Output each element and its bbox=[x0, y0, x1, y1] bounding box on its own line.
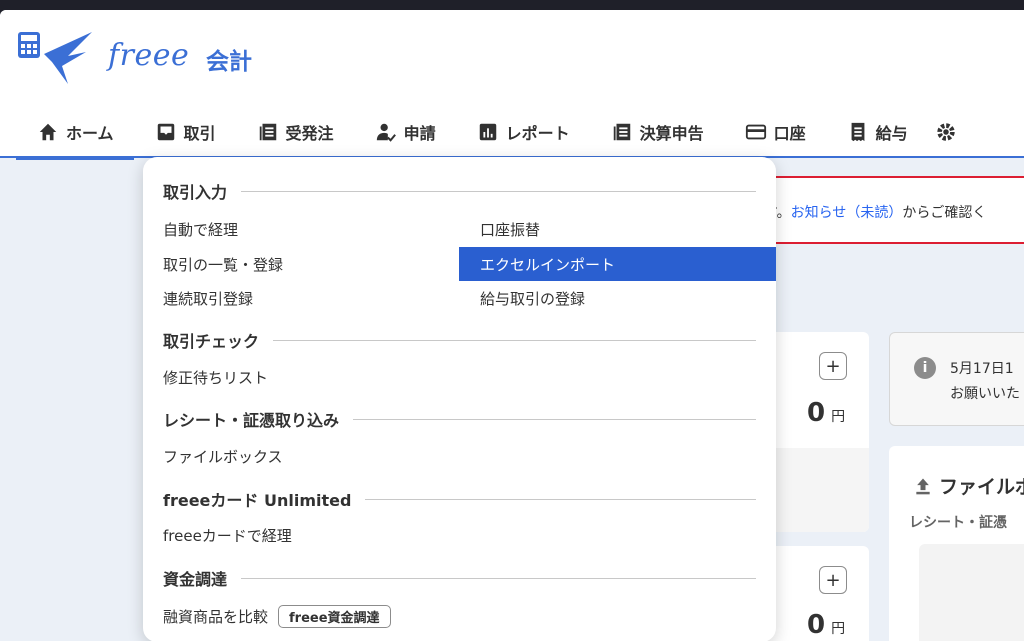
section-transaction-input: 取引入力 bbox=[163, 179, 756, 203]
add-button[interactable]: + bbox=[819, 566, 847, 594]
menu-item-auto-accounting[interactable]: 自動で経理 bbox=[163, 212, 238, 246]
divider bbox=[241, 577, 756, 579]
nav-closing[interactable]: 決算申告 bbox=[590, 105, 724, 158]
transactions-dropdown-menu: 取引入力 自動で経理 取引の一覧・登録 連続取引登録 口座振替 エクセルインポー… bbox=[143, 157, 776, 641]
nav-reports-label: レポート bbox=[505, 123, 570, 143]
inbox-icon bbox=[154, 120, 178, 144]
app-window: freee 会計 ホーム 取引 受発注 申請 レポート 決算申告 口座 給与 す… bbox=[0, 10, 1024, 641]
file-box-title[interactable]: ファイルボ bbox=[913, 472, 1024, 499]
nav-payroll-label: 給与 bbox=[875, 123, 908, 143]
nav-settings[interactable] bbox=[928, 105, 984, 158]
menu-item-continuous-entry[interactable]: 連続取引登録 bbox=[163, 281, 253, 315]
nav-payroll[interactable]: 給与 bbox=[826, 105, 928, 158]
menu-item-compare-loans[interactable]: 融資商品を比較 freee資金調達 bbox=[163, 599, 391, 633]
nav-requests-label: 申請 bbox=[403, 123, 436, 143]
section-financing: 資金調達 bbox=[163, 566, 756, 590]
menu-item-card-accounting[interactable]: freeeカードで経理 bbox=[163, 518, 292, 552]
amount-number: 0 bbox=[807, 398, 826, 428]
section-title: 取引チェック bbox=[163, 332, 260, 351]
brand-name: freee bbox=[108, 38, 190, 73]
nav-reports[interactable]: レポート bbox=[456, 105, 590, 158]
add-button[interactable]: + bbox=[819, 352, 847, 380]
section-title: 資金調達 bbox=[163, 570, 228, 589]
receipt-icon bbox=[846, 120, 870, 144]
nav-accounts-label: 口座 bbox=[773, 123, 806, 143]
info-icon: i bbox=[914, 357, 936, 379]
freee-financing-badge: freee資金調達 bbox=[278, 604, 391, 628]
menu-item-account-transfer[interactable]: 口座振替 bbox=[480, 212, 540, 246]
plus-icon: + bbox=[825, 569, 841, 591]
file-box-subtitle: レシート・証憑 bbox=[909, 515, 1007, 531]
plus-icon: + bbox=[825, 355, 841, 377]
user-check-icon bbox=[374, 120, 398, 144]
info-line-2: お願いいた bbox=[950, 386, 1020, 402]
notice-link[interactable]: お知らせ（未読） bbox=[791, 205, 903, 221]
menu-item-compare-loans-label: 融資商品を比較 bbox=[163, 607, 269, 626]
amount-currency: 円 bbox=[831, 409, 846, 425]
divider bbox=[353, 418, 756, 420]
document-list-icon bbox=[256, 120, 280, 144]
nav-transactions[interactable]: 取引 bbox=[134, 105, 236, 158]
nav-requests[interactable]: 申請 bbox=[354, 105, 456, 158]
alert-text: す。お知らせ（未読）からご確認く bbox=[764, 202, 986, 222]
nav-transactions-label: 取引 bbox=[183, 123, 216, 143]
divider bbox=[241, 190, 756, 192]
document-list-icon bbox=[610, 120, 634, 144]
section-title: freeeカード Unlimited bbox=[163, 491, 352, 510]
header: freee 会計 ホーム 取引 受発注 申請 レポート 決算申告 口座 給与 bbox=[0, 10, 1024, 160]
credit-card-icon bbox=[744, 120, 768, 144]
amount-value: 0円 bbox=[807, 610, 845, 640]
calculator-swallow-icon bbox=[18, 32, 92, 84]
section-transaction-check: 取引チェック bbox=[163, 328, 756, 352]
divider bbox=[273, 339, 756, 341]
brand-product: 会計 bbox=[206, 49, 252, 75]
file-box-card: ファイルボ レシート・証憑 bbox=[889, 446, 1024, 641]
nav-home-label: ホーム bbox=[66, 123, 114, 143]
menu-item-file-box[interactable]: ファイルボックス bbox=[163, 439, 283, 473]
freee-logo[interactable]: freee 会計 bbox=[16, 22, 276, 86]
upload-icon bbox=[913, 476, 933, 496]
section-freee-card: freeeカード Unlimited bbox=[163, 487, 756, 511]
nav-orders-label: 受発注 bbox=[285, 123, 334, 143]
menu-item-fix-pending-list[interactable]: 修正待ちリスト bbox=[163, 360, 268, 394]
divider bbox=[365, 498, 756, 500]
nav-closing-label: 決算申告 bbox=[639, 123, 704, 143]
menu-item-transaction-list[interactable]: 取引の一覧・登録 bbox=[163, 247, 283, 281]
gear-icon bbox=[934, 120, 958, 144]
nav-orders[interactable]: 受発注 bbox=[236, 105, 354, 158]
nav-accounts[interactable]: 口座 bbox=[724, 105, 826, 158]
section-title: 取引入力 bbox=[163, 183, 228, 202]
amount-value: 0円 bbox=[807, 398, 845, 428]
nav-home[interactable]: ホーム bbox=[16, 105, 134, 160]
file-drop-area[interactable] bbox=[919, 544, 1024, 641]
amount-currency: 円 bbox=[831, 621, 846, 637]
home-icon bbox=[36, 120, 60, 144]
info-card: i 5月17日1 お願いいた bbox=[889, 332, 1024, 426]
amount-number: 0 bbox=[807, 610, 826, 640]
file-box-title-text: ファイルボ bbox=[939, 476, 1024, 498]
section-title: レシート・証憑取り込み bbox=[163, 411, 340, 430]
menu-item-excel-import[interactable]: エクセルインポート bbox=[459, 247, 776, 281]
menu-item-payroll-transaction[interactable]: 給与取引の登録 bbox=[480, 281, 585, 315]
report-chart-icon bbox=[476, 120, 500, 144]
info-line-1: 5月17日1 bbox=[950, 361, 1014, 377]
section-receipt-import: レシート・証憑取り込み bbox=[163, 407, 756, 431]
main-nav: ホーム 取引 受発注 申請 レポート 決算申告 口座 給与 bbox=[16, 105, 984, 160]
alert-text-suffix: からご確認く bbox=[902, 205, 987, 221]
